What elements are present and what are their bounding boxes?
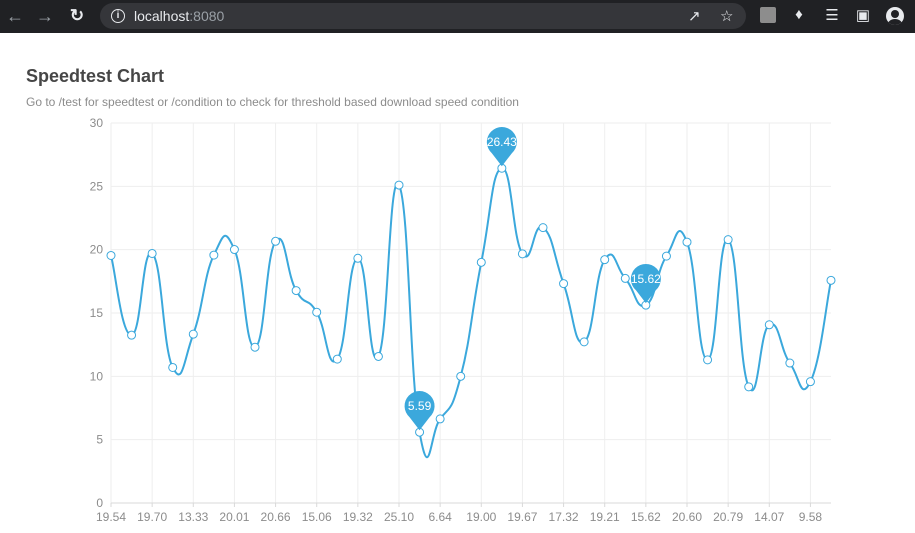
data-point[interactable] xyxy=(620,273,630,283)
data-point[interactable] xyxy=(600,255,610,265)
data-point[interactable] xyxy=(250,342,260,352)
data-point[interactable] xyxy=(517,249,527,259)
marker-label: 5.59 xyxy=(408,399,432,413)
data-point[interactable] xyxy=(312,307,322,317)
y-tick-label: 30 xyxy=(90,116,104,130)
x-tick-label: 13.33 xyxy=(178,510,208,524)
data-point[interactable] xyxy=(785,358,795,368)
x-tick-label: 19.54 xyxy=(96,510,126,524)
x-tick-label: 20.66 xyxy=(261,510,291,524)
data-point[interactable] xyxy=(127,330,137,340)
data-point[interactable] xyxy=(764,320,774,330)
x-tick-label: 14.07 xyxy=(754,510,784,524)
data-point[interactable] xyxy=(476,257,486,267)
data-point[interactable] xyxy=(229,245,239,255)
data-point[interactable] xyxy=(147,248,157,258)
data-point[interactable] xyxy=(373,351,383,361)
data-point[interactable] xyxy=(579,337,589,347)
x-tick-label: 19.00 xyxy=(466,510,496,524)
data-point[interactable] xyxy=(538,223,548,233)
x-tick-label: 19.32 xyxy=(343,510,373,524)
x-tick-label: 15.62 xyxy=(631,510,661,524)
data-point[interactable] xyxy=(168,362,178,372)
x-tick-label: 6.64 xyxy=(428,510,452,524)
y-tick-label: 0 xyxy=(96,496,103,510)
x-tick-label: 15.06 xyxy=(302,510,332,524)
data-point[interactable] xyxy=(188,329,198,339)
x-tick-label: 19.67 xyxy=(507,510,537,524)
x-tick-label: 19.70 xyxy=(137,510,167,524)
data-point[interactable] xyxy=(435,414,445,424)
data-point[interactable] xyxy=(661,251,671,261)
data-point[interactable] xyxy=(744,382,754,392)
data-point[interactable] xyxy=(271,236,281,246)
x-tick-label: 20.01 xyxy=(219,510,249,524)
x-tick-label: 17.32 xyxy=(549,510,579,524)
data-point[interactable] xyxy=(106,250,116,260)
data-point[interactable] xyxy=(353,253,363,263)
y-tick-label: 15 xyxy=(90,306,104,320)
data-point[interactable] xyxy=(826,275,836,285)
data-point[interactable] xyxy=(703,355,713,365)
x-tick-label: 20.79 xyxy=(713,510,743,524)
y-tick-label: 20 xyxy=(90,243,104,257)
data-point[interactable] xyxy=(805,377,815,387)
data-point[interactable] xyxy=(723,235,733,245)
data-point[interactable] xyxy=(456,371,466,381)
y-tick-label: 25 xyxy=(90,179,104,193)
data-point[interactable] xyxy=(394,180,404,190)
x-tick-label: 19.21 xyxy=(590,510,620,524)
marker-label: 15.62 xyxy=(631,272,661,286)
data-point[interactable] xyxy=(291,286,301,296)
y-tick-label: 10 xyxy=(90,369,104,383)
data-point[interactable] xyxy=(209,250,219,260)
x-tick-label: 9.58 xyxy=(799,510,823,524)
x-tick-label: 25.10 xyxy=(384,510,414,524)
x-tick-label: 20.60 xyxy=(672,510,702,524)
data-point[interactable] xyxy=(332,354,342,364)
marker-label: 26.43 xyxy=(487,135,517,149)
speedtest-line-chart: 0 5 10 15 20 25 30 19.54 19.70 13.33 20.01 20.66 15.… xyxy=(90,116,836,524)
data-point[interactable] xyxy=(682,237,692,247)
y-tick-label: 5 xyxy=(96,433,103,447)
data-point[interactable] xyxy=(559,279,569,289)
